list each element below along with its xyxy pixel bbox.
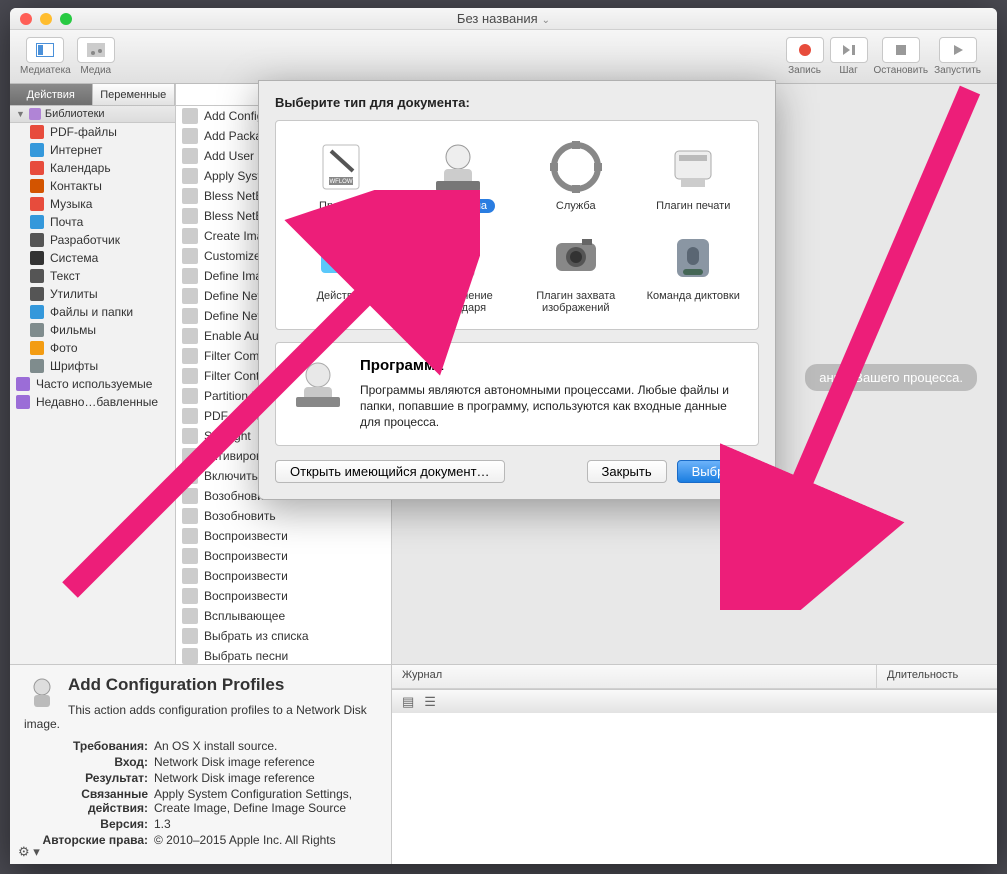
log-col-journal[interactable]: Журнал [392,665,877,688]
bottom-bar: ▤ ☰ [392,689,997,713]
info-panel: Add Configuration Profiles This action a… [10,664,392,864]
action-item[interactable]: Выбрать песни [176,646,391,664]
stop-button[interactable]: Остановить [874,37,929,76]
annotation-arrow-1 [60,190,480,610]
info-row: Вход:Network Disk image reference [24,755,377,769]
library-button[interactable]: Медиатека [20,37,71,76]
annotation-arrow-2 [720,80,1000,610]
sidebar-item-1[interactable]: Интернет [10,141,175,159]
automator-icon [24,675,60,711]
tab-actions[interactable]: Действия [10,84,93,105]
gear-icon[interactable]: ⚙︎ ▾ [18,844,40,860]
toolbar: Медиатека Медиа Запись Шаг Остановить За… [10,30,997,84]
chevron-down-icon[interactable]: ⌄ [542,15,550,26]
run-button[interactable]: Запустить [934,37,981,76]
minimize-icon[interactable] [40,13,52,25]
library-header[interactable]: ▼Библиотеки [10,106,175,123]
media-button[interactable]: Медиа [77,37,115,76]
info-row: Связанные действия:Apply System Configur… [24,787,377,815]
info-row: Требования:An OS X install source. [24,739,377,753]
view-mode-icon[interactable]: ▤ [402,694,414,710]
close-button[interactable]: Закрыть [587,460,667,483]
step-button[interactable]: Шаг [830,37,868,76]
log-col-duration[interactable]: Длительность [877,665,997,688]
svg-text:WFLOW: WFLOW [329,179,352,185]
info-row: Версия:1.3 [24,817,377,831]
info-title: Add Configuration Profiles [24,675,377,695]
sidebar-item-2[interactable]: Календарь [10,159,175,177]
titlebar: Без названия⌄ [10,8,997,30]
tab-variables[interactable]: Переменные [93,84,176,105]
dialog-header: Выберите тип для документа: [275,95,759,110]
sidebar-item-0[interactable]: PDF-файлы [10,123,175,141]
log-panel: Журнал Длительность ▤ ☰ [392,664,997,864]
close-icon[interactable] [20,13,32,25]
traffic-lights [10,13,72,25]
doc-type-2[interactable]: Служба [519,135,633,213]
info-desc: This action adds configuration profiles … [24,703,377,731]
view-mode-icon-2[interactable]: ☰ [424,694,436,710]
info-row: Результат:Network Disk image reference [24,771,377,785]
record-button[interactable]: Запись [786,37,824,76]
window-title: Без названия⌄ [457,11,550,26]
sidebar-tabs: Действия Переменные [10,84,175,106]
action-item[interactable]: Выбрать из списка [176,626,391,646]
info-row: Авторские права:© 2010–2015 Apple Inc. A… [24,833,377,847]
zoom-icon[interactable] [60,13,72,25]
doc-type-6[interactable]: Плагин захвата изображений [519,225,633,315]
